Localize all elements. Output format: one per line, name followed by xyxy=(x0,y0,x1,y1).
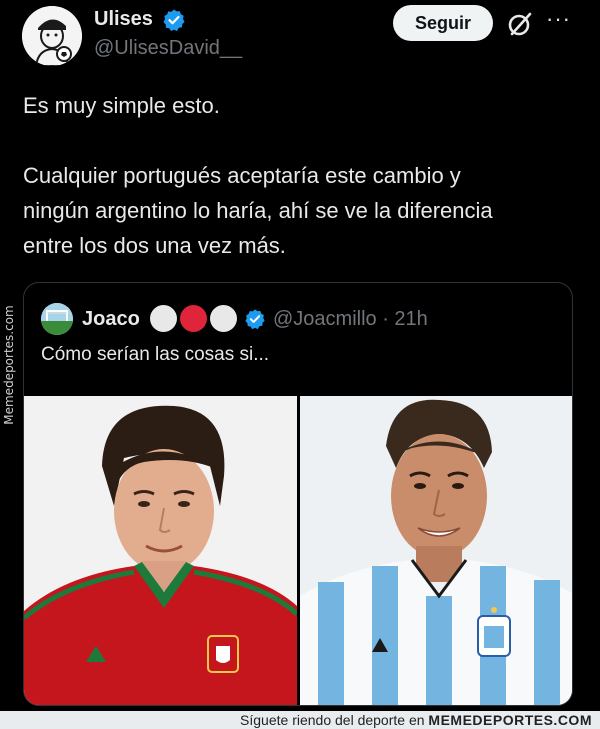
follow-button[interactable]: Seguir xyxy=(393,5,493,41)
verified-badge-icon xyxy=(163,9,185,31)
footer-text: Síguete riendo del deporte en xyxy=(240,712,425,728)
quoted-display-name[interactable]: Joaco xyxy=(82,308,140,331)
white-circle-emoji xyxy=(150,305,177,332)
grok-icon[interactable] xyxy=(506,10,534,38)
tweet-text: Es muy simple esto. Cualquier portugués … xyxy=(23,93,493,258)
quoted-tweet-text: Cómo serían las cosas si... xyxy=(41,344,270,365)
user-handle[interactable]: @UlisesDavid__ xyxy=(94,37,242,60)
red-circle-emoji xyxy=(180,305,207,332)
white-circle-emoji xyxy=(210,305,237,332)
more-options-icon[interactable]: ··· xyxy=(546,6,571,32)
quoted-handle-time[interactable]: @Joacmillo · 21h xyxy=(273,308,428,331)
footer-watermark: Síguete riendo del deporte en MEMEDEPORT… xyxy=(0,711,600,729)
side-watermark: Memedeportes.com xyxy=(2,305,16,425)
quoted-user-avatar[interactable] xyxy=(41,303,73,335)
player-argentina-photo[interactable] xyxy=(300,396,572,705)
verified-badge-icon xyxy=(245,309,265,330)
display-name[interactable]: Ulises xyxy=(94,8,153,31)
user-avatar[interactable] xyxy=(22,6,82,66)
quoted-tweet[interactable]: Joaco @Joacmillo · 21h Cómo serían las c… xyxy=(23,282,573,706)
footer-brand: MEMEDEPORTES.COM xyxy=(428,712,592,728)
player-portugal-photo[interactable] xyxy=(24,396,297,705)
